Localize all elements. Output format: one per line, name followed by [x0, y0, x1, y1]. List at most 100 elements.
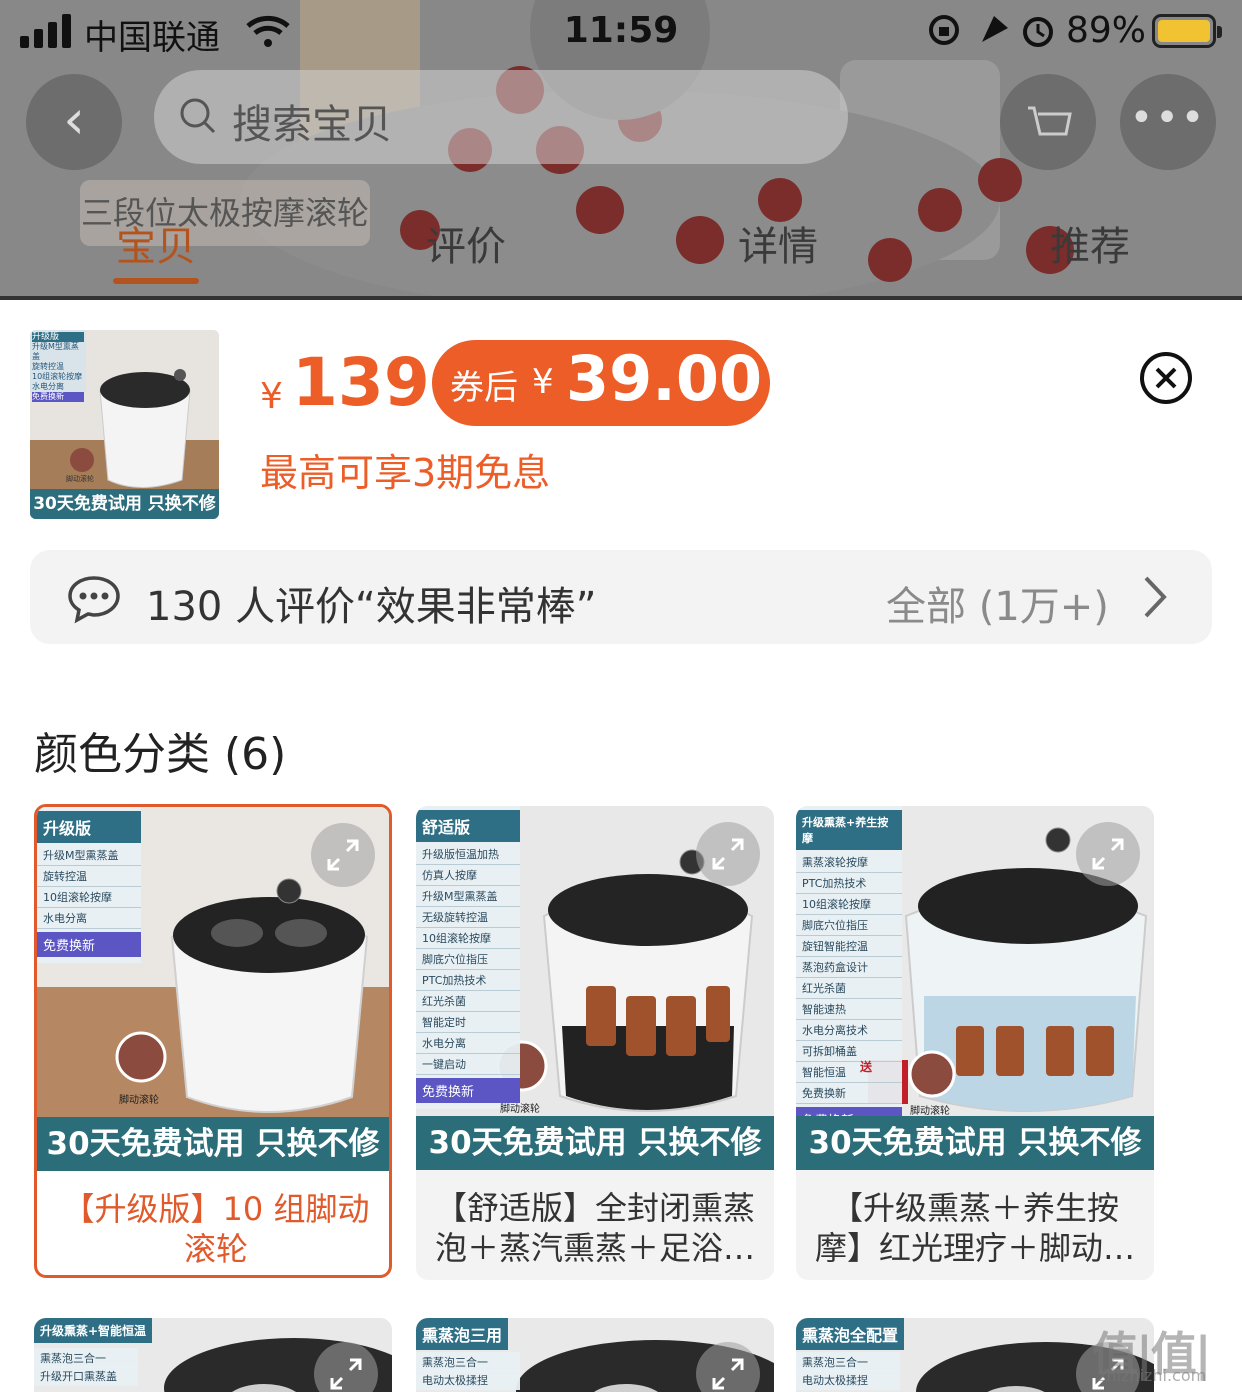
expand-button[interactable] [696, 1342, 760, 1392]
spec-line: 电动太极揉捏 [796, 1370, 900, 1390]
spec-tag: 舒适版 升级版恒温加热 仿真人按摩 升级M型熏蒸盖 无级旋转控温 10组滚轮按摩… [416, 806, 520, 1109]
search-bar[interactable]: 搜索宝贝 [154, 70, 848, 164]
sku-option-steam-thermostat[interactable]: 升级熏蒸+智能恒温 熏蒸泡三合一 升级开口熏蒸盖 [34, 1318, 392, 1392]
chevron-right-icon [1144, 576, 1167, 618]
sku-option-comfort[interactable]: 舒适版 升级版恒温加热 仿真人按摩 升级M型熏蒸盖 无级旋转控温 10组滚轮按摩… [416, 806, 774, 1280]
search-icon [180, 98, 216, 134]
promo-banner: 30天免费试用 只换不修 [416, 1116, 774, 1170]
promo-banner: 30天免费试用 只换不修 [37, 1117, 389, 1171]
review-count: 全部 (1万+) [886, 584, 1109, 630]
spec-line: 升级版 [32, 332, 84, 342]
spec-line: 升级版恒温加热 [416, 844, 520, 865]
tab-product[interactable]: 宝贝 [116, 214, 196, 272]
spec-line: 水电分离技术 [796, 1020, 902, 1041]
coupon-amount: 39.00 [566, 342, 763, 415]
spec-line: 10组滚轮按摩 [32, 372, 83, 381]
price-currency: ¥ [260, 376, 283, 417]
spec-line: 可拆卸桶盖 [796, 1041, 902, 1062]
battery-icon [1152, 14, 1222, 48]
spec-tag: 升级熏蒸+养生按摩 熏蒸滚轮按摩 PTC加热技术 10组滚轮按摩 脚底穴位指压 … [796, 806, 902, 1138]
option-name: 【升级版】10 组脚动滚轮 [62, 1190, 370, 1268]
expand-button[interactable] [311, 823, 375, 887]
option-image: 舒适版 升级版恒温加热 仿真人按摩 升级M型熏蒸盖 无级旋转控温 10组滚轮按摩… [416, 806, 774, 1170]
spec-line: 旋钮智能控温 [796, 936, 902, 957]
expand-icon [330, 1358, 362, 1390]
spec-line: 熏蒸泡三合一 [796, 1352, 900, 1372]
spec-line: 智能定时 [416, 1012, 520, 1033]
review-summary-bar[interactable]: 130 人评价“效果非常棒” 全部 (1万+) [30, 550, 1212, 644]
spec-line: 升级M型熏蒸盖 [37, 845, 141, 866]
expand-button[interactable] [1076, 822, 1140, 886]
watermark-url: zhizhizhi.com [1098, 1366, 1207, 1385]
cart-icon [1028, 106, 1072, 136]
spec-tag: 升级版 升级M型熏蒸盖 旋转控温 10组滚轮按摩 水电分离 免费换新 [37, 807, 141, 963]
sku-option-upgrade[interactable]: 升级版 升级M型熏蒸盖 旋转控温 10组滚轮按摩 水电分离 免费换新 脚动滚轮 … [34, 804, 392, 1278]
option-name: 【舒适版】全封闭熏蒸泡＋蒸汽熏蒸＋足浴… [434, 1189, 755, 1267]
status-icons [929, 15, 1053, 47]
expand-button[interactable] [696, 822, 760, 886]
more-dots-icon: ••• [1129, 95, 1207, 141]
spec-line: 升级M型熏蒸盖 [416, 886, 520, 907]
spec-line: 旋转控温 [32, 362, 64, 371]
promo-banner: 30天免费试用 只换不修 [796, 1116, 1154, 1170]
spec-line: 脚底穴位指压 [796, 915, 902, 936]
spec-line: 智能恒温 [796, 1062, 902, 1083]
back-button[interactable]: ‹ [26, 74, 122, 170]
price-amount: 139 [292, 344, 430, 421]
product-thumbnail[interactable]: 升级版 升级M型熏蒸盖 旋转控温 10组滚轮按摩 水电分离 免费换新 脚动滚轮 … [30, 330, 219, 519]
spec-line: 水电分离 [32, 382, 64, 391]
spec-line: 水电分离 [416, 1033, 520, 1054]
tab-indicator [113, 278, 199, 284]
coupon-label: 券后 [450, 368, 518, 408]
color-category-title: 颜色分类 (6) [34, 729, 287, 780]
installment-info: 最高可享3期免息 [260, 451, 551, 495]
sku-option-steam-massage[interactable]: 升级熏蒸+养生按摩 熏蒸滚轮按摩 PTC加热技术 10组滚轮按摩 脚底穴位指压 … [796, 806, 1154, 1280]
spec-highlight: 免费换新 [37, 932, 141, 957]
spec-line: 无级旋转控温 [416, 907, 520, 928]
sku-option-steam-three[interactable]: 熏蒸泡三用 熏蒸泡三合一 电动太极揉捏 [416, 1318, 774, 1392]
coupon-price-badge: 券后 ¥ 39.00 [432, 340, 770, 426]
review-highlight: 130 人评价“效果非常棒” [146, 584, 597, 630]
foot-roller-label: 脚动滚轮 [119, 1095, 159, 1106]
spec-line: PTC加热技术 [416, 970, 520, 991]
spec-line: 红光杀菌 [796, 978, 902, 999]
spec-line: 升级M型熏蒸盖 [32, 342, 79, 361]
spec-line: 10组滚轮按摩 [796, 894, 902, 915]
spec-line: 电动太极揉捏 [416, 1370, 520, 1390]
cart-button[interactable] [1000, 74, 1096, 170]
tab-details[interactable]: 详情 [738, 214, 818, 272]
gift-label: 送 [860, 1060, 873, 1074]
spec-line: 免费换新 [796, 1083, 902, 1104]
spec-line: 智能速热 [796, 999, 902, 1020]
close-icon[interactable] [1138, 350, 1194, 406]
option-image: 升级熏蒸+养生按摩 熏蒸滚轮按摩 PTC加热技术 10组滚轮按摩 脚底穴位指压 … [796, 806, 1154, 1170]
tab-reviews[interactable]: 评价 [426, 214, 506, 272]
sku-selection-sheet: 升级版 升级M型熏蒸盖 旋转控温 10组滚轮按摩 水电分离 免费换新 脚动滚轮 … [0, 300, 1242, 1392]
spec-line: 脚底穴位指压 [416, 949, 520, 970]
spec-line: 10组滚轮按摩 [416, 928, 520, 949]
battery-percent: 89% [1066, 10, 1147, 51]
spec-title: 舒适版 [416, 810, 520, 842]
spec-title: 升级熏蒸+智能恒温 [34, 1318, 153, 1343]
chevron-left-icon: ‹ [63, 88, 85, 151]
spec-line: 红光杀菌 [416, 991, 520, 1012]
background-page: 中国联通 11:59 89% ‹ 搜索宝贝 ••• 三段位太极按摩滚轮 宝贝 评… [0, 0, 1242, 300]
product-tabs: 宝贝 评价 详情 推荐 [0, 214, 1242, 284]
spec-line: PTC加热技术 [796, 873, 902, 894]
spec-title: 升级版 [37, 811, 141, 843]
status-bar: 中国联通 11:59 89% [0, 0, 1242, 64]
expand-button[interactable] [314, 1342, 378, 1392]
spec-title: 熏蒸泡全配置 [796, 1318, 905, 1350]
spec-line: 升级开口熏蒸盖 [34, 1366, 138, 1386]
search-placeholder: 搜索宝贝 [232, 102, 392, 148]
chat-bubble-icon [68, 576, 120, 624]
more-button[interactable]: ••• [1120, 74, 1216, 170]
tab-recommend[interactable]: 推荐 [1050, 214, 1130, 272]
coupon-currency: ¥ [532, 362, 554, 402]
spec-line: 10组滚轮按摩 [37, 887, 141, 908]
spec-title: 熏蒸泡三用 [416, 1318, 509, 1350]
spec-line: 免费换新 [32, 392, 84, 402]
thumbnail-spec-tag: 升级版 升级M型熏蒸盖 旋转控温 10组滚轮按摩 水电分离 免费换新 [30, 330, 86, 402]
thumbnail-promo: 30天免费试用 只换不修 [30, 489, 219, 519]
spec-line: 熏蒸滚轮按摩 [796, 852, 902, 873]
